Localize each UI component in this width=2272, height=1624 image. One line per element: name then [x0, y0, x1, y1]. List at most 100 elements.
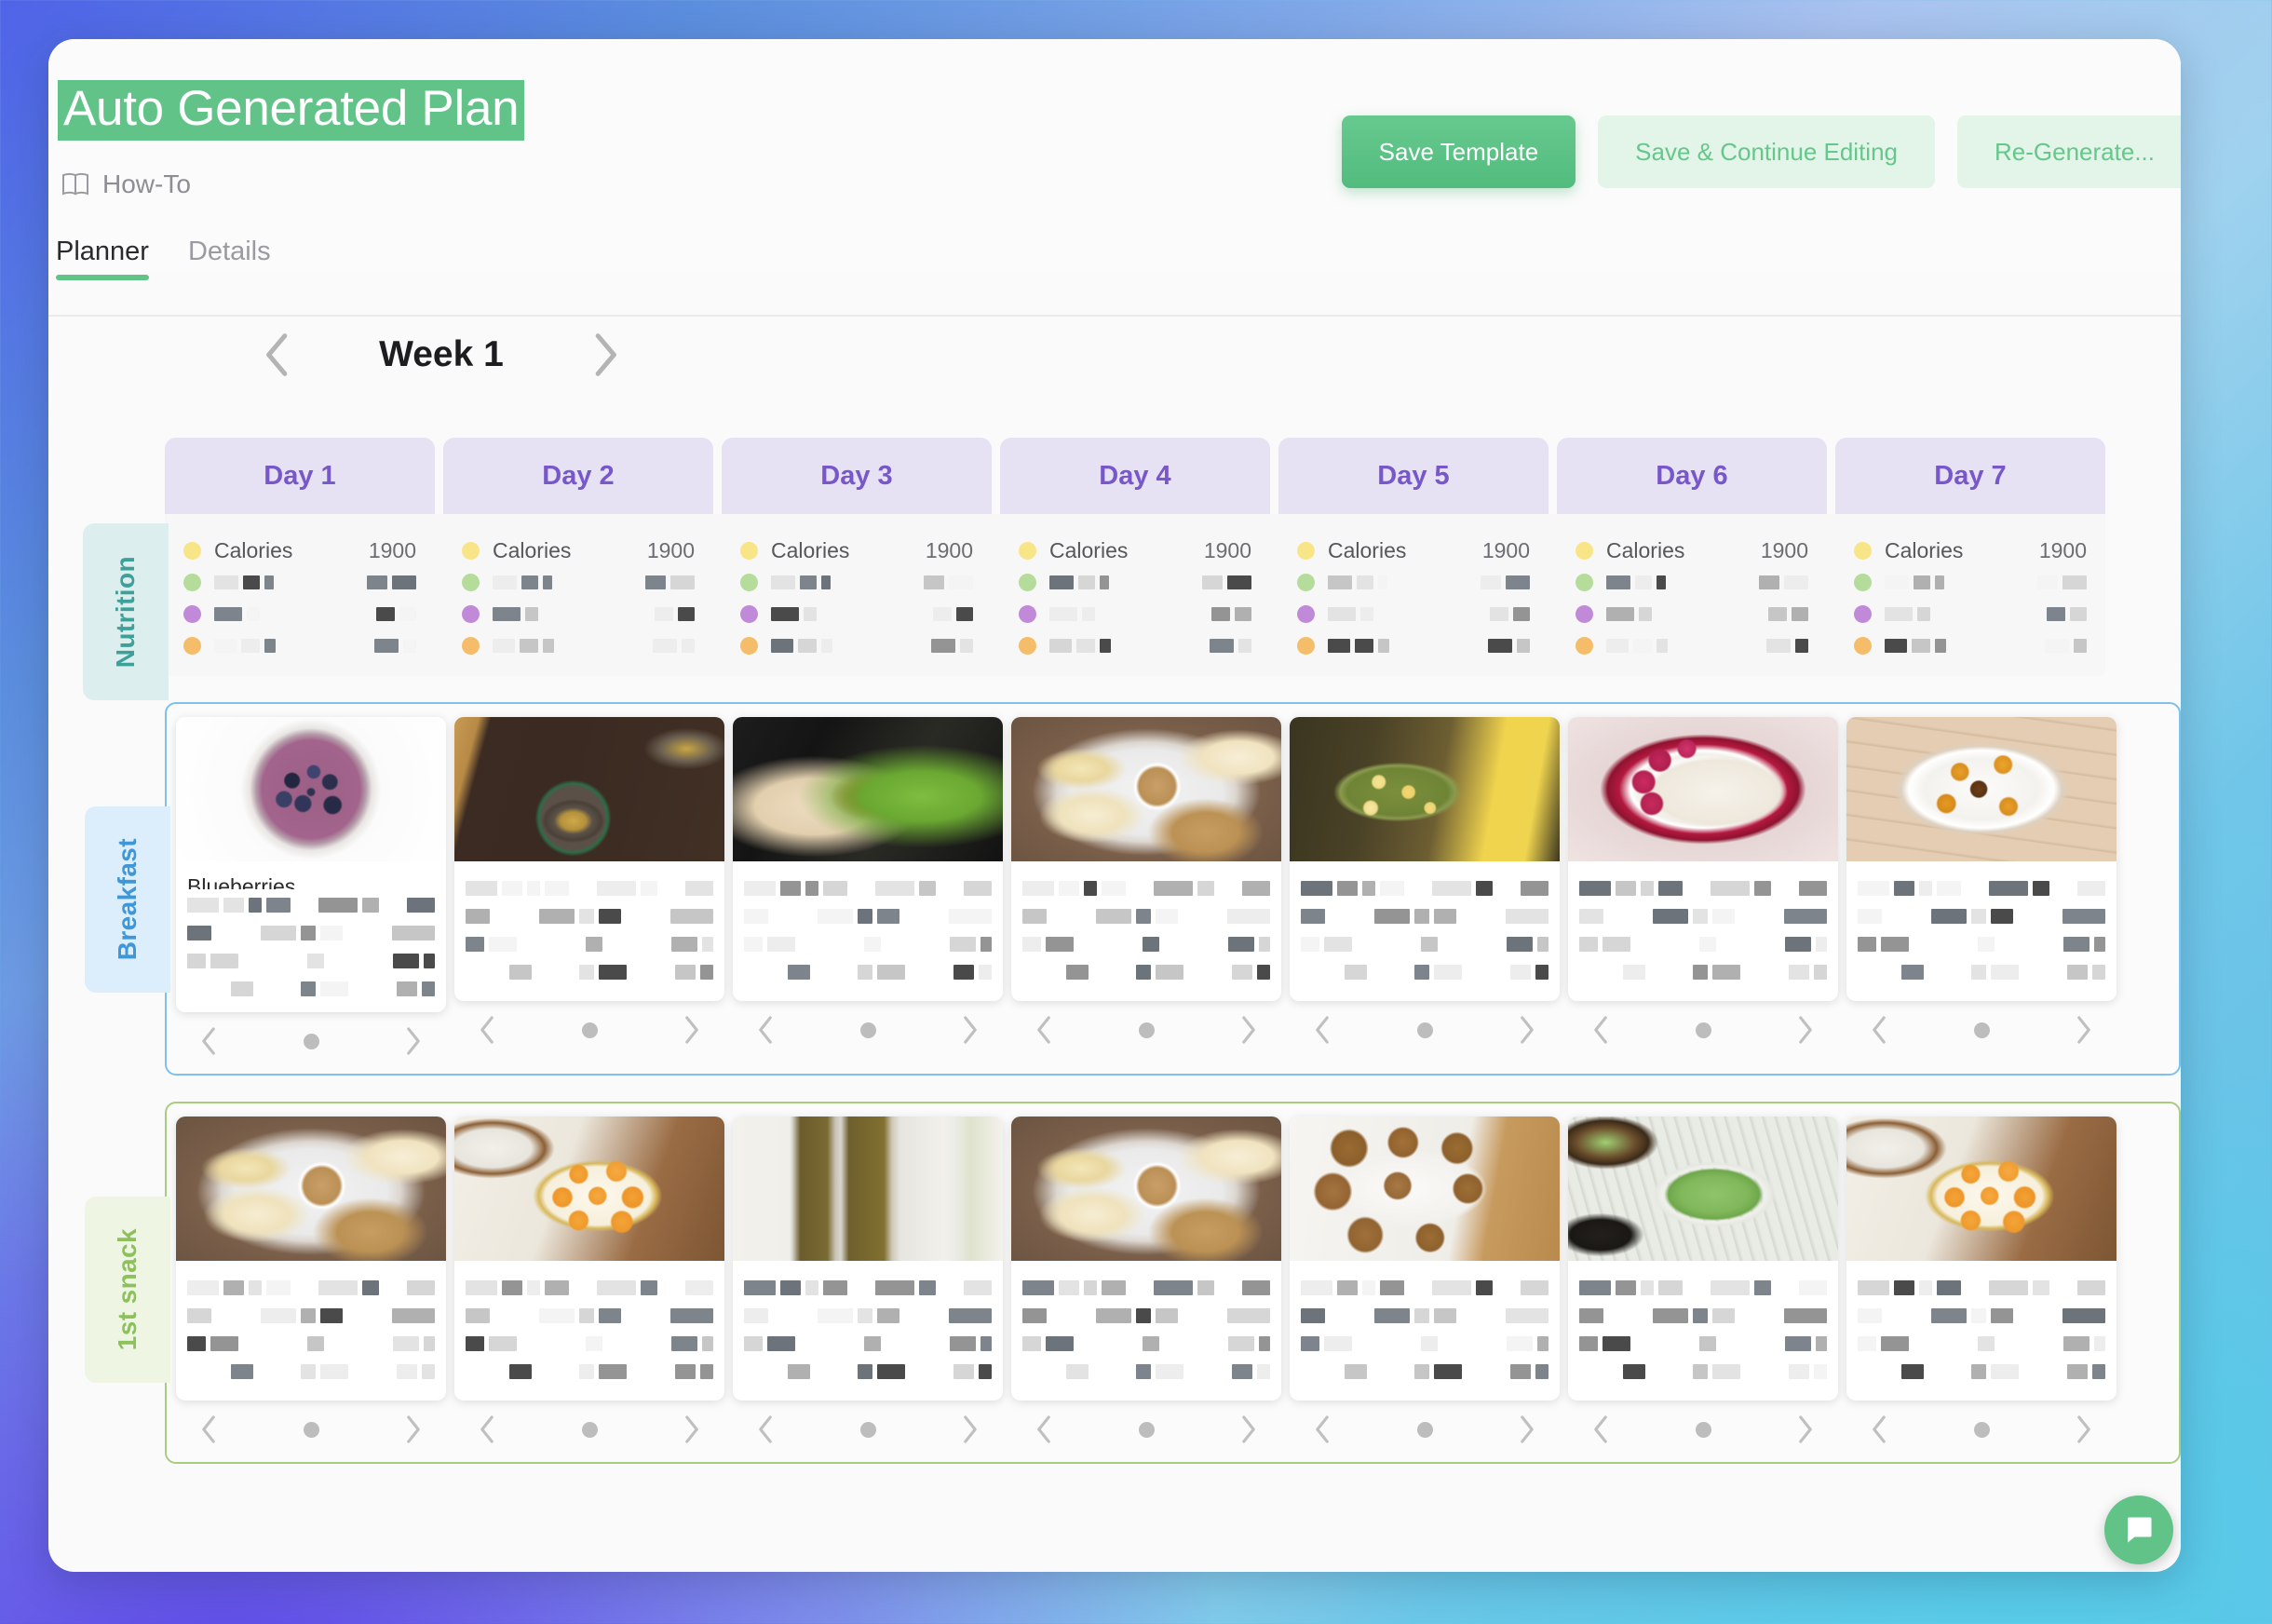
meal-card[interactable] — [1846, 1116, 2116, 1445]
card-next-button[interactable] — [2068, 1414, 2100, 1445]
card-prev-button[interactable] — [1863, 1414, 1895, 1445]
meal-card[interactable] — [1011, 717, 1281, 1057]
meal-card[interactable] — [1568, 1116, 1838, 1445]
card-next-button[interactable] — [1790, 1014, 1821, 1046]
card-prev-button[interactable] — [1028, 1014, 1060, 1046]
card-next-button[interactable] — [676, 1414, 708, 1445]
card-page-dot[interactable] — [303, 1421, 319, 1438]
meal-card-inner[interactable] — [1568, 717, 1838, 1001]
nutrition-cell[interactable]: Calories 1900 — [165, 514, 435, 676]
save-and-continue-editing-button[interactable]: Save & Continue Editing — [1598, 115, 1936, 188]
card-next-button[interactable] — [398, 1414, 429, 1445]
card-page-dot[interactable] — [581, 1421, 598, 1438]
nutrition-line-protein — [1576, 566, 1808, 598]
meal-card[interactable] — [733, 1116, 1003, 1445]
day-header-2[interactable]: Day 2 — [443, 438, 713, 514]
meal-card-inner[interactable]: Blueberries — [176, 717, 446, 1012]
day-header-1[interactable]: Day 1 — [165, 438, 435, 514]
card-page-dot[interactable] — [859, 1421, 876, 1438]
meal-card-inner[interactable] — [733, 1116, 1003, 1401]
nutrition-cell[interactable]: Calories 1900 — [722, 514, 992, 676]
card-next-button[interactable] — [954, 1414, 986, 1445]
meal-card-inner[interactable] — [1568, 1116, 1838, 1401]
prev-week-button[interactable] — [249, 326, 306, 384]
card-prev-button[interactable] — [1306, 1014, 1338, 1046]
shrimp-rice-bowl-image — [1846, 717, 2116, 861]
card-next-button[interactable] — [398, 1025, 429, 1057]
card-prev-button[interactable] — [750, 1414, 781, 1445]
meal-card-inner[interactable] — [454, 717, 724, 1001]
re-generate-button[interactable]: Re-Generate... — [1957, 115, 2181, 188]
meal-card-inner[interactable] — [1290, 1116, 1560, 1401]
card-prev-button[interactable] — [750, 1014, 781, 1046]
nutrition-cell[interactable]: Calories 1900 — [1000, 514, 1270, 676]
meal-card-inner[interactable] — [1011, 717, 1281, 1001]
card-page-dot[interactable] — [1973, 1421, 1990, 1438]
meal-card-inner[interactable] — [1846, 717, 2116, 1001]
meal-card[interactable] — [454, 717, 724, 1057]
card-prev-button[interactable] — [471, 1414, 503, 1445]
card-next-button[interactable] — [1511, 1014, 1543, 1046]
meal-card[interactable] — [1846, 717, 2116, 1057]
card-prev-button[interactable] — [193, 1414, 224, 1445]
meal-card[interactable]: Blueberries — [176, 717, 446, 1057]
fat-dot-icon — [1854, 636, 1872, 655]
meal-card[interactable] — [1568, 717, 1838, 1057]
page-title[interactable]: Auto Generated Plan — [58, 80, 525, 142]
day-header-4[interactable]: Day 4 — [1000, 438, 1270, 514]
meal-card-inner[interactable] — [1011, 1116, 1281, 1401]
meal-card[interactable] — [454, 1116, 724, 1445]
meal-card-inner[interactable] — [733, 717, 1003, 1001]
card-page-dot[interactable] — [1416, 1022, 1433, 1038]
card-page-dot[interactable] — [303, 1033, 319, 1049]
chat-widget-button[interactable] — [2104, 1495, 2173, 1564]
meal-card[interactable] — [733, 717, 1003, 1057]
card-next-button[interactable] — [2068, 1014, 2100, 1046]
meal-card-inner[interactable] — [454, 1116, 724, 1401]
card-prev-button[interactable] — [1306, 1414, 1338, 1445]
tab-details[interactable]: Details — [188, 237, 271, 280]
card-prev-button[interactable] — [471, 1014, 503, 1046]
card-page-dot[interactable] — [1973, 1022, 1990, 1038]
how-to-link[interactable]: How-To — [61, 169, 191, 199]
nutrition-cell[interactable]: Calories 1900 — [1557, 514, 1827, 676]
meal-card[interactable] — [1290, 1116, 1560, 1445]
card-page-dot[interactable] — [1138, 1022, 1155, 1038]
next-week-button[interactable] — [576, 326, 634, 384]
card-prev-button[interactable] — [1585, 1414, 1616, 1445]
card-page-dot[interactable] — [1695, 1022, 1711, 1038]
nutrition-cell[interactable]: Calories 1900 — [1278, 514, 1548, 676]
day-header-7[interactable]: Day 7 — [1835, 438, 2105, 514]
card-next-button[interactable] — [954, 1014, 986, 1046]
card-next-button[interactable] — [1233, 1414, 1264, 1445]
day-header-5[interactable]: Day 5 — [1278, 438, 1548, 514]
protein-dot-icon — [1854, 573, 1872, 591]
nutrition-cell[interactable]: Calories 1900 — [1835, 514, 2105, 676]
meal-card[interactable] — [176, 1116, 446, 1445]
card-page-dot[interactable] — [581, 1022, 598, 1038]
card-page-dot[interactable] — [1416, 1421, 1433, 1438]
meal-card-inner[interactable] — [1290, 717, 1560, 1001]
day-header-6[interactable]: Day 6 — [1557, 438, 1827, 514]
card-prev-button[interactable] — [1863, 1014, 1895, 1046]
card-next-button[interactable] — [1511, 1414, 1543, 1445]
meal-card-inner[interactable] — [1846, 1116, 2116, 1401]
card-prev-button[interactable] — [1028, 1414, 1060, 1445]
save-template-button[interactable]: Save Template — [1341, 115, 1576, 188]
meal-card-inner[interactable] — [176, 1116, 446, 1401]
card-page-dot[interactable] — [1695, 1421, 1711, 1438]
card-page-dot[interactable] — [1138, 1421, 1155, 1438]
meal-card[interactable] — [1290, 717, 1560, 1057]
meal-card[interactable] — [1011, 1116, 1281, 1445]
card-next-button[interactable] — [676, 1014, 708, 1046]
nutrition-line-carbs — [1854, 598, 2087, 629]
card-page-dot[interactable] — [859, 1022, 876, 1038]
card-next-button[interactable] — [1790, 1414, 1821, 1445]
redacted-text-line — [214, 598, 260, 629]
nutrition-cell[interactable]: Calories 1900 — [443, 514, 713, 676]
day-header-3[interactable]: Day 3 — [722, 438, 992, 514]
card-prev-button[interactable] — [1585, 1014, 1616, 1046]
tab-planner[interactable]: Planner — [56, 237, 149, 280]
card-next-button[interactable] — [1233, 1014, 1264, 1046]
card-prev-button[interactable] — [193, 1025, 224, 1057]
